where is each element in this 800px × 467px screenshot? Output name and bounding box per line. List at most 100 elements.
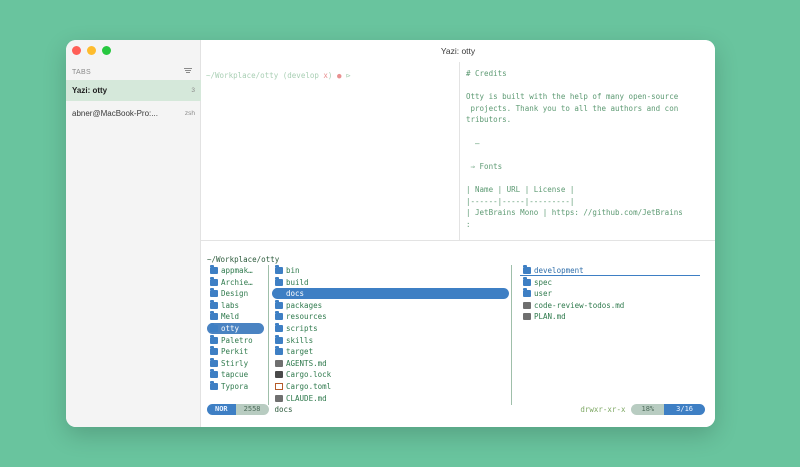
file-entry-name: PLAN.md	[534, 312, 566, 322]
file-entry-name: Archie…	[221, 277, 253, 287]
file-entry[interactable]: otty	[207, 323, 264, 334]
file-entry[interactable]: Meld	[207, 311, 264, 322]
file-entry-name: build	[286, 277, 309, 287]
sidebar-tab-zsh[interactable]: abner@MacBook-Pro:... zsh	[66, 103, 201, 124]
status-bar-right: drwxr-xr-x 18% 3/16	[580, 404, 705, 415]
markdown-preview-pane[interactable]: # Credits Otty is built with the help of …	[459, 62, 715, 241]
folder-icon	[210, 369, 218, 379]
zoom-window-icon[interactable]	[102, 46, 111, 55]
file-entry[interactable]: bin	[272, 265, 509, 276]
file-entry[interactable]: spec	[520, 276, 700, 288]
prompt-arrow-icon: ⊳	[345, 71, 351, 80]
markdown-file-icon	[275, 359, 283, 367]
file-entry[interactable]: docs	[272, 288, 509, 300]
folder-icon	[210, 357, 218, 367]
folder-icon	[210, 323, 218, 332]
file-entry[interactable]: CLAUDE.md	[272, 393, 509, 404]
file-entry[interactable]: target	[272, 346, 509, 357]
prompt-branch: (develop	[282, 71, 324, 80]
tabs-menu-icon[interactable]	[184, 67, 192, 76]
preview-line: Otty is built with the help of many open…	[466, 92, 679, 102]
file-entry-name: Meld	[221, 312, 240, 322]
size-indicator: 2558	[235, 404, 269, 415]
file-entry-name: target	[286, 347, 314, 357]
file-entry-name: skills	[286, 335, 314, 345]
minimize-window-icon[interactable]	[87, 46, 96, 55]
file-entry[interactable]: Archie…	[207, 276, 264, 288]
folder-icon	[523, 276, 531, 286]
folder-icon	[210, 334, 218, 344]
preview-line: tributors.	[466, 115, 512, 125]
file-entry[interactable]: Cargo.lock	[272, 369, 509, 380]
file-entry-name: labs	[221, 300, 240, 310]
folder-icon	[275, 334, 283, 344]
file-entry-name: scripts	[286, 324, 318, 333]
folder-icon	[210, 381, 218, 390]
file-entry-name: Typora	[221, 382, 249, 391]
file-entry-name: bin	[286, 266, 300, 275]
file-entry[interactable]: Perkit	[207, 346, 264, 357]
folder-icon	[275, 265, 283, 274]
file-entry-name: user	[534, 289, 553, 299]
mode-indicator: NOR	[207, 404, 236, 415]
window-title: Yazi: otty	[440, 46, 476, 56]
file-entry[interactable]: labs	[207, 299, 264, 311]
file-entry[interactable]: AGENTS.md	[272, 358, 509, 369]
file-entry[interactable]: Design	[207, 288, 264, 299]
close-window-icon[interactable]	[72, 46, 81, 55]
preview-line: :	[466, 219, 471, 229]
folder-icon	[275, 323, 283, 332]
folder-icon	[210, 346, 218, 356]
file-entry[interactable]: Paletro	[207, 334, 264, 346]
preview-line: |------|-----|---------|	[466, 196, 575, 206]
folder-icon	[210, 288, 218, 298]
preview-line: —	[466, 138, 480, 148]
file-entry[interactable]: Typora	[207, 381, 264, 392]
preview-line: projects. Thank you to all the authors a…	[466, 103, 679, 113]
folder-icon	[275, 346, 283, 356]
file-entry-name: Perkit	[221, 347, 249, 357]
file-entry-name: spec	[534, 277, 553, 287]
file-entry[interactable]: resources	[272, 311, 509, 322]
file-entry-name: appmak…	[221, 266, 253, 275]
file-entry[interactable]: development	[520, 265, 700, 276]
file-entry[interactable]: user	[520, 288, 700, 299]
file-entry-name: resources	[286, 312, 327, 322]
cursor-position: 3/16	[664, 404, 705, 415]
markdown-file-icon	[275, 394, 283, 402]
file-entry[interactable]: PLAN.md	[520, 311, 700, 322]
markdown-file-icon	[523, 301, 531, 309]
folder-icon	[523, 265, 531, 274]
current-directory-path: ~/Workplace/otty	[207, 255, 280, 264]
file-entry-name: packages	[286, 300, 323, 310]
file-entry[interactable]: packages	[272, 299, 509, 311]
file-entry[interactable]: code-review-todos.md	[520, 300, 700, 311]
current-directory-column: bin build docs packages resources scripts skil…	[272, 265, 512, 405]
file-entry-name: Paletro	[221, 335, 253, 345]
file-entry[interactable]: tapcue	[207, 369, 264, 380]
file-entry-name: otty	[221, 324, 240, 333]
shell-pane[interactable]: ~/Workplace/otty (develop x) ● ⊳	[201, 62, 459, 241]
file-entry[interactable]: Stirly	[207, 357, 264, 369]
file-entry-name: Design	[221, 289, 249, 299]
sidebar-tab-yazi[interactable]: Yazi: otty 3	[66, 80, 201, 101]
file-entry-name: CLAUDE.md	[286, 393, 327, 403]
file-entry[interactable]: build	[272, 276, 509, 288]
folder-icon	[210, 265, 218, 274]
folder-icon	[523, 288, 531, 298]
file-entry[interactable]: Cargo.toml	[272, 381, 509, 392]
sidebar: TABS Yazi: otty 3 abner@MacBook-Pro:... …	[66, 40, 201, 427]
tab-index: zsh	[184, 110, 195, 117]
file-entry[interactable]: skills	[272, 334, 509, 346]
file-entry-name: Stirly	[221, 358, 249, 368]
traffic-lights	[72, 46, 111, 55]
folder-icon	[275, 299, 283, 309]
preview-line: | Name | URL | License |	[466, 185, 575, 194]
file-entry-name: Cargo.toml	[286, 382, 332, 391]
file-entry[interactable]: appmak…	[207, 265, 264, 276]
terminal-window: TABS Yazi: otty 3 abner@MacBook-Pro:... …	[66, 40, 715, 427]
tab-label: abner@MacBook-Pro:...	[72, 109, 158, 118]
file-entry[interactable]: scripts	[272, 323, 509, 334]
markdown-file-icon	[523, 313, 531, 321]
tab-label: Yazi: otty	[72, 86, 108, 95]
